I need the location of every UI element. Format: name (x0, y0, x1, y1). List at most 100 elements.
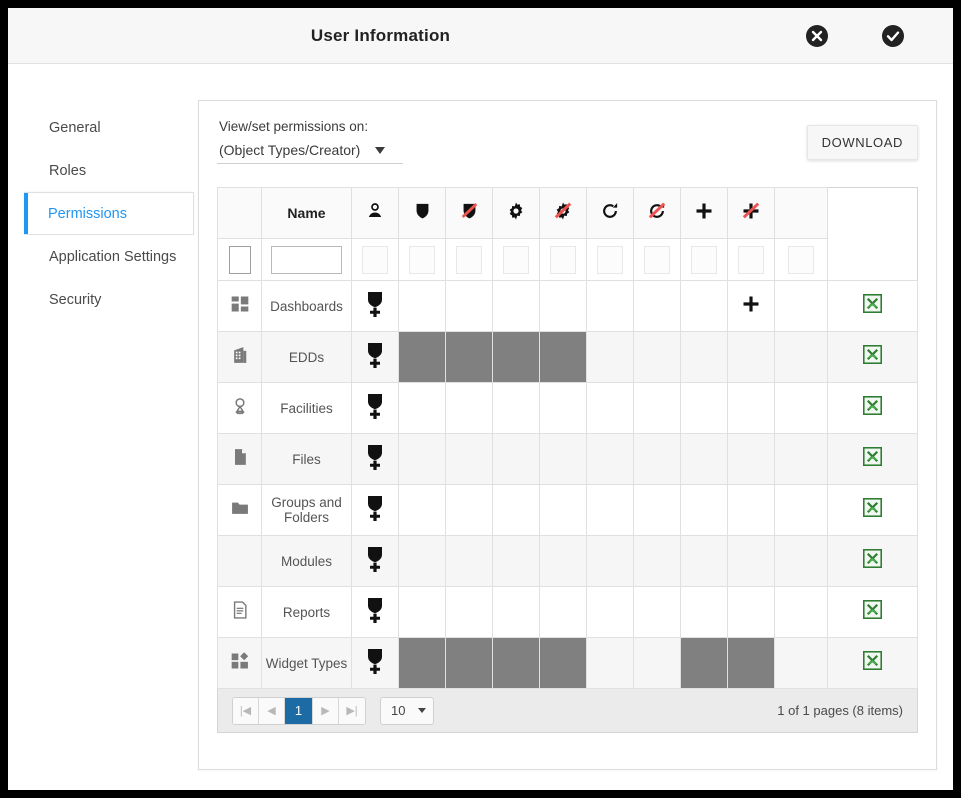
excel-icon[interactable] (828, 485, 918, 536)
permission-cell[interactable] (681, 332, 728, 383)
permission-cell-denied[interactable] (681, 638, 728, 689)
permission-cell[interactable] (446, 485, 493, 536)
refresh-filter-input[interactable] (597, 246, 623, 274)
permission-cell[interactable] (540, 536, 587, 587)
permission-cell[interactable] (681, 281, 728, 332)
column-header-no-create[interactable] (728, 188, 775, 239)
column-header-edit[interactable] (493, 188, 540, 239)
table-row[interactable]: Dashboards (218, 281, 918, 332)
permission-cell[interactable] (775, 332, 828, 383)
permission-cell[interactable] (681, 434, 728, 485)
permission-cell[interactable] (587, 587, 634, 638)
permission-cell[interactable] (728, 536, 775, 587)
shield-plus-icon[interactable] (352, 383, 399, 434)
permission-cell[interactable] (446, 587, 493, 638)
pager-prev-button[interactable]: ◀ (259, 698, 285, 724)
shield-plus-icon[interactable] (352, 587, 399, 638)
table-row[interactable]: Files (218, 434, 918, 485)
permission-cell[interactable] (540, 485, 587, 536)
permission-cell-denied[interactable] (728, 638, 775, 689)
permission-cell[interactable] (728, 434, 775, 485)
shield-plus-icon[interactable] (352, 434, 399, 485)
permission-cell-denied[interactable] (399, 332, 446, 383)
permission-cell[interactable] (634, 536, 681, 587)
pager-page-1[interactable]: 1 (285, 698, 313, 724)
no-refresh-filter-input[interactable] (644, 246, 670, 274)
shield-plus-icon[interactable] (352, 485, 399, 536)
permission-cell[interactable] (634, 485, 681, 536)
permission-cell[interactable] (681, 587, 728, 638)
permission-cell[interactable] (493, 587, 540, 638)
permission-cell-denied[interactable] (446, 332, 493, 383)
permission-cell[interactable] (446, 434, 493, 485)
sidebar-item-security[interactable]: Security (24, 278, 194, 321)
permission-cell[interactable] (775, 281, 828, 332)
permission-cell[interactable] (399, 536, 446, 587)
download-button[interactable]: DOWNLOAD (807, 125, 918, 160)
column-header-no-view[interactable] (446, 188, 493, 239)
no-edit-filter-input[interactable] (550, 246, 576, 274)
view-filter-input[interactable] (409, 246, 435, 274)
permission-cell[interactable] (634, 383, 681, 434)
permission-cell[interactable] (540, 434, 587, 485)
pager-first-button[interactable]: |◀ (233, 698, 259, 724)
permission-cell-plus-icon[interactable] (728, 281, 775, 332)
permission-cell[interactable] (634, 332, 681, 383)
permission-cell[interactable] (587, 638, 634, 689)
permission-cell[interactable] (728, 332, 775, 383)
pager-last-button[interactable]: ▶| (339, 698, 365, 724)
sidebar-item-general[interactable]: General (24, 106, 194, 149)
shield-plus-icon[interactable] (352, 332, 399, 383)
sidebar-item-permissions[interactable]: Permissions (24, 192, 194, 235)
permission-cell[interactable] (634, 638, 681, 689)
column-header-no-refresh[interactable] (634, 188, 681, 239)
permission-cell[interactable] (446, 281, 493, 332)
permission-cell[interactable] (634, 587, 681, 638)
permission-cell[interactable] (775, 383, 828, 434)
select-all-checkbox[interactable] (229, 246, 251, 274)
permission-cell[interactable] (493, 383, 540, 434)
permission-cell-denied[interactable] (399, 638, 446, 689)
permission-cell[interactable] (399, 485, 446, 536)
permission-cell-denied[interactable] (540, 332, 587, 383)
permission-cell[interactable] (775, 536, 828, 587)
permission-cell[interactable] (587, 383, 634, 434)
column-header-user[interactable] (352, 188, 399, 239)
edit-filter-input[interactable] (503, 246, 529, 274)
permission-cell[interactable] (634, 281, 681, 332)
name-filter-input[interactable] (271, 246, 342, 274)
permission-cell[interactable] (399, 281, 446, 332)
permission-cell-denied[interactable] (493, 638, 540, 689)
excel-icon[interactable] (828, 638, 918, 689)
permission-cell[interactable] (493, 434, 540, 485)
create-filter-input[interactable] (691, 246, 717, 274)
permission-cell[interactable] (399, 587, 446, 638)
no-view-filter-input[interactable] (456, 246, 482, 274)
sidebar-item-application-settings[interactable]: Application Settings (24, 235, 194, 278)
permission-cell[interactable] (775, 638, 828, 689)
table-row[interactable]: Reports (218, 587, 918, 638)
permission-cell[interactable] (493, 485, 540, 536)
permission-cell-denied[interactable] (446, 638, 493, 689)
permission-cell[interactable] (587, 332, 634, 383)
column-header-view[interactable] (399, 188, 446, 239)
table-row[interactable]: Groups and Folders (218, 485, 918, 536)
permission-cell[interactable] (587, 281, 634, 332)
user-filter-input[interactable] (362, 246, 388, 274)
no-create-filter-input[interactable] (738, 246, 764, 274)
column-header-create[interactable] (681, 188, 728, 239)
table-row[interactable]: EDDs (218, 332, 918, 383)
excel-icon[interactable] (828, 383, 918, 434)
table-row[interactable]: Facilities (218, 383, 918, 434)
select-all-header[interactable] (218, 188, 262, 239)
export-filter-input[interactable] (788, 246, 814, 274)
permission-cell[interactable] (399, 383, 446, 434)
excel-icon[interactable] (828, 434, 918, 485)
permission-cell[interactable] (634, 434, 681, 485)
permission-cell-denied[interactable] (540, 638, 587, 689)
permission-cell[interactable] (446, 536, 493, 587)
object-type-dropdown[interactable]: (Object Types/Creator) (217, 142, 403, 164)
permission-cell[interactable] (399, 434, 446, 485)
excel-icon[interactable] (828, 587, 918, 638)
permission-cell[interactable] (587, 536, 634, 587)
